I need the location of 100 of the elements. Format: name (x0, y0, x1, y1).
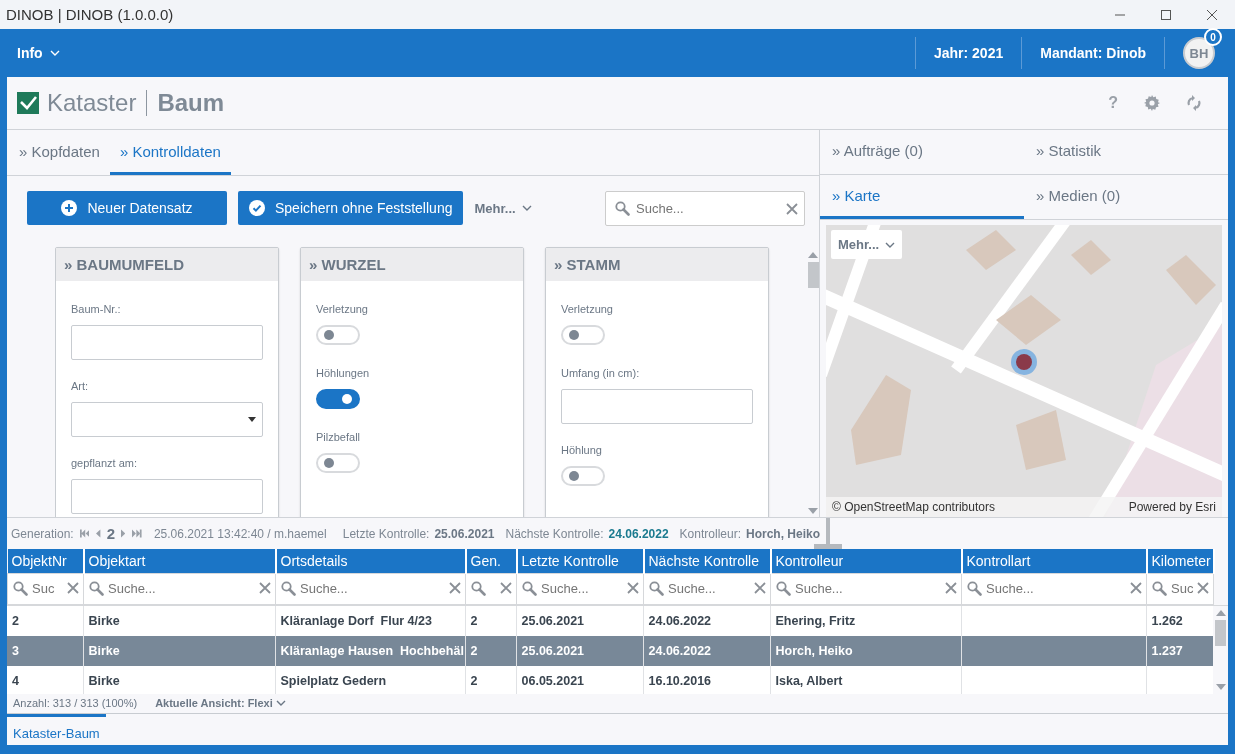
toggle-switch[interactable] (316, 389, 360, 409)
clear-icon[interactable] (449, 582, 461, 594)
table-row[interactable]: 2 Birke Kläranlage Dorf Flur 4/23 2 25.06.2021 24.06.2022 Ehering, Fritz 1.262 (7, 605, 1213, 636)
view-selector[interactable]: Aktuelle Ansicht: Flexi (155, 696, 286, 709)
card-title: » BAUMUMFELD (56, 248, 278, 281)
next-icon[interactable] (121, 529, 126, 538)
table-row[interactable]: 3 Birke Kläranlage Hausen Hochbehäl 2 25.06.2021 24.06.2022 Horch, Heiko 1.237 (7, 635, 1213, 666)
plus-circle-icon (61, 200, 78, 216)
help-button[interactable]: ? (1108, 94, 1118, 112)
field-label: Umfang (in cm): (561, 367, 641, 379)
table-cell: 2 (7, 605, 83, 636)
table-cell: 25.06.2021 (516, 635, 643, 666)
previous-icon[interactable] (96, 529, 101, 538)
check-circle-icon (249, 200, 265, 216)
maximize-icon[interactable] (1160, 8, 1172, 21)
table-cell: 06.05.2021 (516, 665, 643, 694)
table-cell: Kläranlage Dorf Flur 4/23 (275, 605, 465, 636)
attribution-text: Powered by Esri (1128, 500, 1216, 514)
save-button[interactable]: Speichern ohne Feststellung (238, 191, 464, 225)
timestamp: 25.06.2021 13:42:40 / m.haemel (153, 526, 327, 541)
column-header[interactable]: Objektart (83, 549, 276, 573)
field-label: Verletzung (316, 303, 369, 315)
table-cell: 3 (7, 635, 83, 666)
search-icon (89, 581, 104, 596)
table-cell: Horch, Heiko (770, 635, 961, 666)
chevron-down-icon (885, 241, 896, 248)
search-icon (281, 581, 296, 596)
text-field[interactable] (71, 325, 263, 360)
tab[interactable]: » Medien (0) (1024, 175, 1228, 219)
text-field[interactable] (71, 479, 263, 514)
field-label: Verletzung (561, 303, 614, 315)
first-page-icon[interactable] (79, 529, 90, 538)
clear-icon[interactable] (627, 582, 639, 594)
client-label[interactable]: Mandant: Dinob (1021, 37, 1164, 69)
tab[interactable]: » Statistik (1024, 130, 1228, 174)
column-header[interactable]: Kontrolleur (770, 549, 962, 573)
table-cell: Birke (83, 605, 275, 636)
close-icon[interactable] (1206, 8, 1218, 21)
clear-icon[interactable] (67, 582, 79, 594)
last-check-date: 25.06.2021 (434, 526, 495, 541)
field-label: Höhlungen (316, 367, 371, 379)
inspector-label: Kontrolleur: (679, 526, 741, 541)
column-header[interactable]: Gen. (465, 549, 517, 573)
more-menu[interactable]: Mehr... (474, 200, 532, 216)
tab[interactable]: » Aufträge (0) (820, 130, 1024, 174)
dropdown-field[interactable] (71, 402, 263, 437)
table-cell: 24.06.2022 (643, 635, 770, 666)
search-icon (522, 581, 537, 596)
table-cell: 2 (465, 665, 516, 694)
settings-icon[interactable] (1144, 95, 1160, 111)
clear-icon[interactable] (1197, 582, 1209, 594)
chevron-down-icon (49, 50, 60, 56)
column-header[interactable]: Ortsdetails (275, 549, 466, 573)
table-cell: 2 (465, 635, 516, 666)
chevron-down-icon (275, 699, 286, 706)
search-field[interactable]: Suche... (605, 190, 805, 226)
year-label[interactable]: Jahr: 2021 (914, 37, 1022, 69)
table-cell: Ehering, Fritz (770, 605, 961, 636)
table-cell: Birke (83, 635, 275, 666)
column-header[interactable]: ObjektNr (7, 549, 84, 573)
search-icon (1152, 581, 1167, 596)
more-menu[interactable]: Mehr... (831, 230, 903, 259)
table-cell: Birke (83, 665, 275, 694)
tab[interactable]: » Karte (820, 175, 1024, 219)
next-check-date: 24.06.2022 (608, 526, 669, 541)
table-cell: 1.237 (1146, 635, 1213, 666)
tab[interactable]: Kataster-Baum (7, 714, 106, 745)
refresh-icon[interactable] (1186, 95, 1202, 111)
table-cell: 1.262 (1146, 605, 1213, 636)
attribution-text: © OpenStreetMap contributors (832, 500, 995, 514)
search-icon (471, 581, 486, 596)
new-record-button[interactable]: Neuer Datensatz (27, 191, 227, 225)
window-title: DINOB | DINOB (1.0.0.0) (5, 6, 174, 23)
column-header[interactable]: Kontrollart (961, 549, 1147, 573)
module-subtitle: Baum (157, 89, 225, 117)
tab[interactable]: » Kopfdaten (9, 130, 110, 175)
notification-badge: 0 (1204, 28, 1222, 46)
column-header[interactable]: Kilometer (1146, 549, 1214, 573)
table-cell: 16.10.2016 (643, 665, 770, 694)
clear-icon[interactable] (786, 202, 798, 215)
table-row[interactable]: 4 Birke Spielplatz Gedern 2 06.05.2021 16.10.2016 Iska, Albert (7, 665, 1213, 694)
table-cell: Kläranlage Hausen Hochbehäl (275, 635, 465, 666)
table-cell: 25.06.2021 (516, 605, 643, 636)
tab[interactable]: » Kontrolldaten (109, 130, 231, 175)
last-page-icon[interactable] (132, 529, 142, 538)
info-menu[interactable]: Info (17, 45, 60, 61)
clear-icon[interactable] (500, 582, 512, 594)
field-label: Pilzbefall (316, 431, 362, 443)
clear-icon[interactable] (945, 582, 957, 594)
table-cell: 4 (7, 665, 83, 694)
clear-icon[interactable] (754, 582, 766, 594)
clear-icon[interactable] (1130, 582, 1142, 594)
column-header[interactable]: Letzte Kontrolle (516, 549, 644, 573)
caret-icon (248, 417, 256, 422)
search-icon (776, 581, 791, 596)
card-title: » STAMM (546, 248, 768, 281)
clear-icon[interactable] (259, 582, 271, 594)
field-label: Art: (71, 380, 90, 392)
column-header[interactable]: Nächste Kontrolle (643, 549, 771, 573)
text-field[interactable] (561, 389, 753, 424)
